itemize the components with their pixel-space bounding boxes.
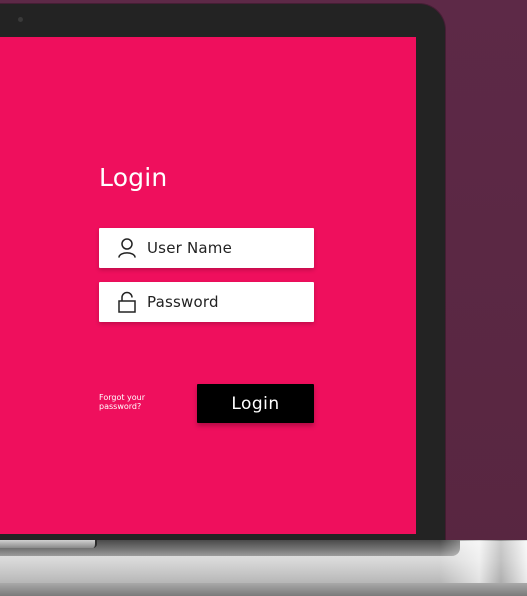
- user-icon: [118, 237, 136, 259]
- laptop-mockup-scene: Login User Name Password Forgot your pas…: [0, 0, 527, 596]
- login-button[interactable]: Login: [197, 384, 314, 423]
- username-field[interactable]: User Name: [99, 228, 314, 268]
- forgot-password-link[interactable]: Forgot your password?: [99, 393, 179, 411]
- webcam-dot: [18, 17, 23, 22]
- password-field[interactable]: Password: [99, 282, 314, 322]
- laptop-front-lip: [0, 540, 97, 548]
- password-placeholder: Password: [147, 293, 219, 311]
- laptop-screen: Login User Name Password Forgot your pas…: [0, 37, 416, 534]
- login-title: Login: [99, 163, 168, 192]
- laptop-base-shadow: [0, 583, 527, 596]
- username-placeholder: User Name: [147, 239, 233, 257]
- unlocked-padlock-icon: [118, 291, 136, 313]
